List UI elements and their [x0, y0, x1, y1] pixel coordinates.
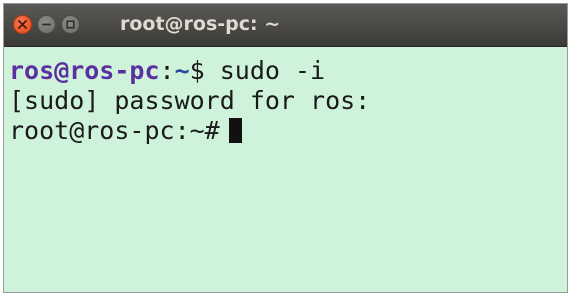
maximize-button[interactable]: [61, 15, 80, 34]
root-prompt: root@ros-pc:~#: [9, 116, 220, 145]
password-prompt-line: [sudo] password for ros:: [9, 86, 371, 115]
prompt-separator: :: [159, 56, 175, 85]
minimize-icon: [42, 23, 51, 26]
text-cursor: [228, 118, 242, 143]
terminal-window: root@ros-pc: ~ ros@ros-pc:~$ sudo -i [su…: [3, 3, 568, 293]
close-icon: [18, 20, 27, 29]
prompt-user-host: ros@ros-pc: [9, 56, 160, 85]
terminal-output[interactable]: ros@ros-pc:~$ sudo -i [sudo] password fo…: [4, 47, 567, 292]
maximize-icon: [66, 20, 75, 29]
window-title: root@ros-pc: ~: [120, 13, 281, 35]
command-line-3: root@ros-pc:~#: [9, 116, 567, 146]
command-text: sudo -i: [204, 56, 326, 85]
close-button[interactable]: [13, 15, 32, 34]
prompt-symbol: $: [189, 56, 205, 85]
prompt-path: ~: [174, 56, 190, 85]
titlebar[interactable]: root@ros-pc: ~: [4, 4, 567, 47]
command-line-1: ros@ros-pc:~$ sudo -i: [9, 56, 567, 86]
minimize-button[interactable]: [37, 15, 56, 34]
